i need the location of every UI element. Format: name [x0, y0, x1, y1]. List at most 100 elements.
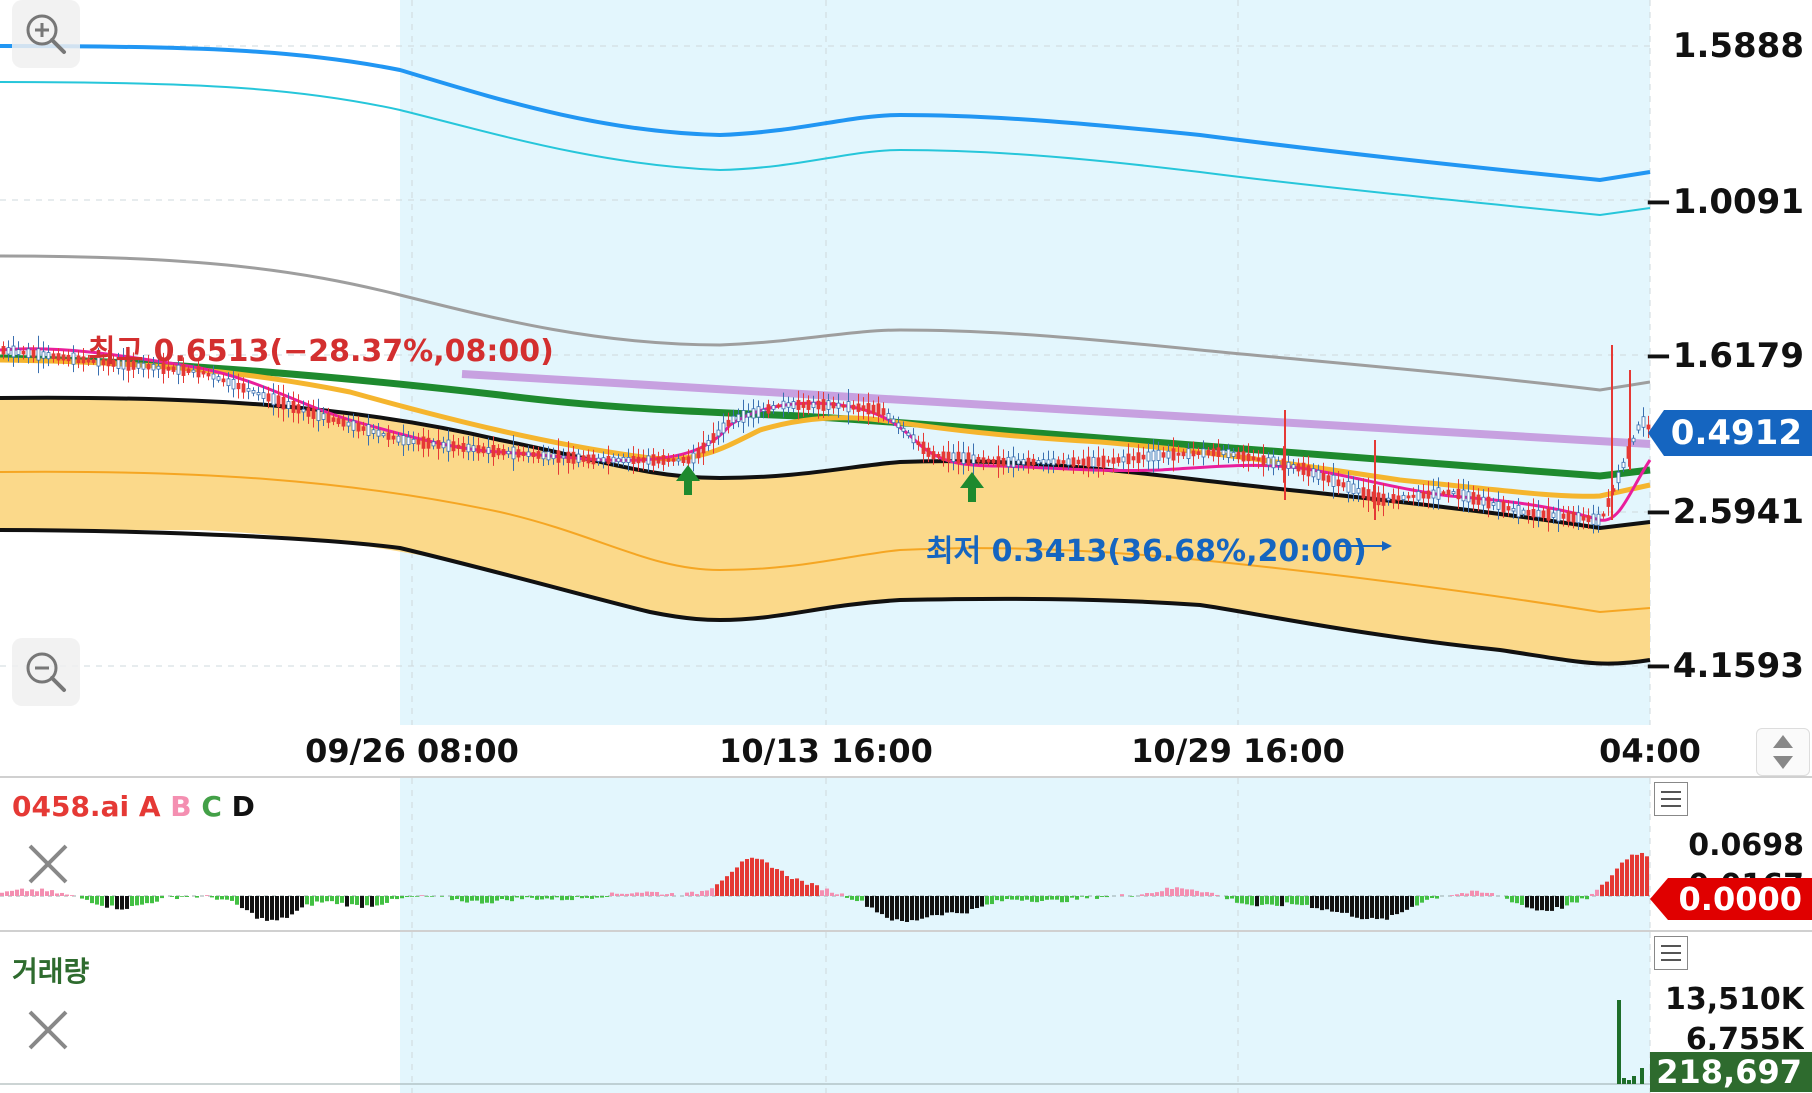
candle-body [1081, 458, 1086, 466]
candle-body [1501, 501, 1506, 513]
volume-menu-button[interactable] [1654, 936, 1688, 970]
candle-body [1021, 459, 1026, 465]
histogram-bar [1435, 896, 1439, 899]
histogram-bar [320, 896, 324, 903]
candle-body [586, 454, 591, 464]
candle-body [1531, 508, 1536, 518]
price-label-3: −1.6179 [1644, 336, 1804, 376]
histogram-bar [1505, 896, 1509, 899]
candle-body [911, 434, 916, 444]
histogram-bar [735, 867, 739, 896]
candle-body [1236, 451, 1241, 460]
histogram-bar [1560, 896, 1564, 909]
histogram-bar [185, 896, 189, 897]
indicator-menu-button[interactable] [1654, 782, 1688, 816]
candle-body [1616, 471, 1621, 484]
histogram-bar [1525, 896, 1529, 908]
histogram-bar [920, 896, 924, 919]
candle-body [1351, 483, 1356, 494]
candle-body [1451, 491, 1456, 495]
price-axis[interactable]: 1.5888 −1.0091 −1.6179 −2.5941 −4.1593 [1644, 0, 1812, 725]
candle-body [561, 455, 566, 459]
histogram-bar [1280, 896, 1284, 907]
histogram-bar [1255, 896, 1259, 907]
indicator-pane[interactable]: 0458.ai A B C D 0.0698 0.0167 0.0000 [0, 778, 1812, 930]
histogram-bar [1035, 896, 1039, 903]
indicator-title: 0458.ai A B C D [12, 790, 255, 823]
zoom-in-button[interactable] [12, 0, 80, 68]
histogram-bar [465, 896, 469, 903]
histogram-bar [1420, 896, 1424, 903]
candle-body [1116, 457, 1121, 463]
indicator-canvas[interactable] [0, 778, 1812, 930]
axis-scroll-button[interactable] [1756, 728, 1810, 776]
candle-body [616, 457, 621, 463]
candle-body [71, 352, 76, 365]
histogram-bar [785, 876, 789, 896]
candle-body [656, 456, 661, 464]
candle-body [371, 429, 376, 434]
candle-body [991, 459, 996, 464]
histogram-bar [750, 857, 754, 896]
candle-body [311, 408, 316, 419]
volume-close-icon[interactable] [20, 1002, 76, 1058]
histogram-bar [1490, 893, 1494, 896]
histogram-bar [1195, 890, 1199, 896]
candle-body [501, 449, 506, 456]
candle-body [486, 447, 491, 454]
candle-body [446, 439, 451, 452]
main-chart-pane[interactable]: 최고 0.6513(−28.37%,08:00) 최저 0.3413(36.68… [0, 0, 1812, 725]
histogram-bar [650, 891, 654, 896]
histogram-bar [935, 896, 939, 916]
histogram-bar [440, 896, 444, 897]
candle-body [386, 432, 391, 440]
candle-body [301, 408, 306, 413]
histogram-bar [355, 896, 359, 905]
candle-body [511, 446, 516, 460]
candle-body [781, 400, 786, 410]
histogram-bar [715, 884, 719, 896]
candle-body [1046, 459, 1051, 465]
volume-pane[interactable]: 거래량 13,510K 6,755K 218,697 [0, 932, 1812, 1093]
histogram-bar [55, 893, 59, 896]
volume-canvas[interactable] [0, 932, 1812, 1093]
candle-body [1076, 459, 1081, 465]
histogram-bar [120, 896, 124, 910]
histogram-bar [1340, 896, 1344, 913]
histogram-bar [100, 896, 104, 906]
candle-body [1421, 491, 1426, 499]
candle-body [646, 455, 651, 465]
candle-body [1461, 489, 1466, 502]
candle-body [256, 392, 261, 396]
candle-body [791, 401, 796, 409]
candle-body [481, 446, 486, 454]
candle-body [626, 457, 631, 463]
histogram-bar [530, 896, 534, 898]
candle-body [1136, 452, 1141, 464]
candle-body [951, 452, 956, 462]
histogram-bar [730, 871, 734, 896]
candle-body [1401, 494, 1406, 500]
zoom-out-button[interactable] [12, 638, 80, 706]
candle-body [641, 457, 646, 463]
histogram-bar [1415, 896, 1419, 906]
histogram-bar [1205, 892, 1209, 896]
candle-body [536, 451, 541, 459]
histogram-bar [815, 885, 819, 896]
histogram-bar [1270, 896, 1274, 905]
indicator-close-icon[interactable] [20, 836, 76, 892]
volume-axis-label-1: 13,510K [1664, 982, 1804, 1017]
histogram-bar [1300, 896, 1304, 906]
histogram-bar [1180, 888, 1184, 896]
candle-body [681, 457, 686, 463]
histogram-bar [1130, 896, 1134, 897]
price-label-4: −2.5941 [1644, 492, 1804, 532]
histogram-bar [1395, 896, 1399, 915]
histogram-bar [205, 895, 209, 896]
up-down-arrows-icon [1773, 735, 1793, 769]
histogram-bar [1155, 892, 1159, 896]
candle-body [1356, 488, 1361, 494]
candle-body [1241, 451, 1246, 462]
histogram-bar [1165, 887, 1169, 896]
candle-body [346, 421, 351, 427]
